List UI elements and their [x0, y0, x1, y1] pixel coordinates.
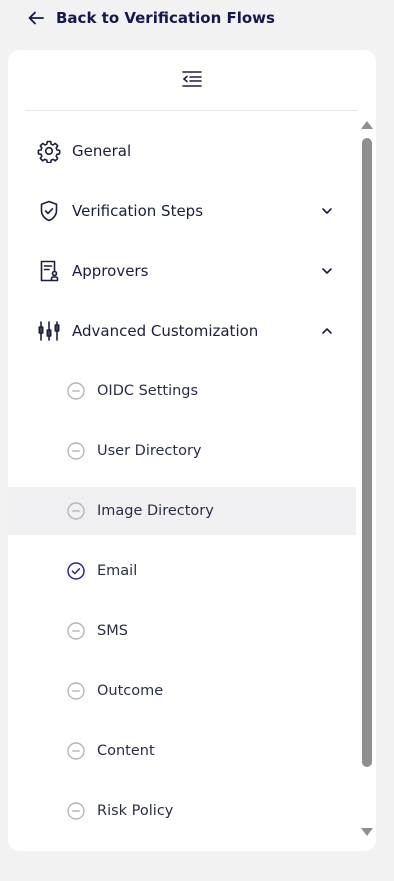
sidebar-subitem-label: User Directory: [97, 443, 202, 459]
sidebar-subitem-label: Content: [97, 743, 155, 759]
sidebar-item-label: Advanced Customization: [72, 322, 259, 340]
sidebar-item-advanced-customization[interactable]: Advanced Customization: [8, 307, 356, 355]
sliders-icon: [37, 319, 61, 343]
sidebar-subitem-user-directory[interactable]: User Directory: [8, 427, 356, 475]
scroll-down-arrow[interactable]: [360, 827, 374, 837]
collapse-sidebar-button[interactable]: [180, 70, 204, 92]
minus-circle-icon: [67, 442, 85, 460]
sidebar-panel: General Verification Steps Approvers Adv…: [8, 50, 376, 851]
sidebar-subitem-image-directory[interactable]: Image Directory: [8, 487, 356, 535]
sidebar-subitem-outcome[interactable]: Outcome: [8, 667, 356, 715]
chevron-down-icon: [320, 264, 334, 278]
chevron-down-icon: [320, 204, 334, 218]
sidebar-subitem-label: Risk Policy: [97, 803, 174, 819]
minus-circle-icon: [67, 682, 85, 700]
sidebar-subitem-sms[interactable]: SMS: [8, 607, 356, 655]
sidebar-item-label: Approvers: [72, 262, 149, 280]
header-divider: [25, 110, 358, 111]
check-circle-icon: [67, 562, 85, 580]
sidebar-subitem-label: OIDC Settings: [97, 383, 199, 399]
minus-circle-icon: [67, 742, 85, 760]
back-link-label: Back to Verification Flows: [56, 9, 275, 27]
approver-document-icon: [37, 259, 61, 283]
minus-circle-icon: [67, 382, 85, 400]
sidebar-subitem-label: Email: [97, 563, 138, 579]
sidebar-item-approvers[interactable]: Approvers: [8, 247, 356, 295]
scrollbar-thumb[interactable]: [362, 138, 372, 767]
sidebar-subitem-email[interactable]: Email: [8, 547, 356, 595]
collapse-menu-icon: [182, 70, 202, 92]
chevron-up-icon: [320, 324, 334, 338]
sidebar-subitem-risk-policy[interactable]: Risk Policy: [8, 787, 356, 835]
sidebar-item-label: Verification Steps: [72, 202, 204, 220]
sidebar-item-general[interactable]: General: [8, 127, 356, 175]
back-to-verification-flows-link[interactable]: Back to Verification Flows: [26, 6, 275, 30]
sidebar-item-label: General: [72, 142, 132, 160]
sidebar-item-verification-steps[interactable]: Verification Steps: [8, 187, 356, 235]
scroll-up-arrow[interactable]: [360, 120, 374, 130]
minus-circle-icon: [67, 502, 85, 520]
sidebar-subitem-oidc-settings[interactable]: OIDC Settings: [8, 367, 356, 415]
arrow-left-icon: [26, 8, 46, 28]
sidebar-subitem-content[interactable]: Content: [8, 727, 356, 775]
sidebar-subitem-label: Outcome: [97, 683, 164, 699]
sidebar-subitem-label: SMS: [97, 623, 128, 639]
minus-circle-icon: [67, 622, 85, 640]
gear-icon: [37, 139, 61, 163]
sidebar-subitem-label: Image Directory: [97, 503, 214, 519]
minus-circle-icon: [67, 802, 85, 820]
shield-check-icon: [37, 199, 61, 223]
